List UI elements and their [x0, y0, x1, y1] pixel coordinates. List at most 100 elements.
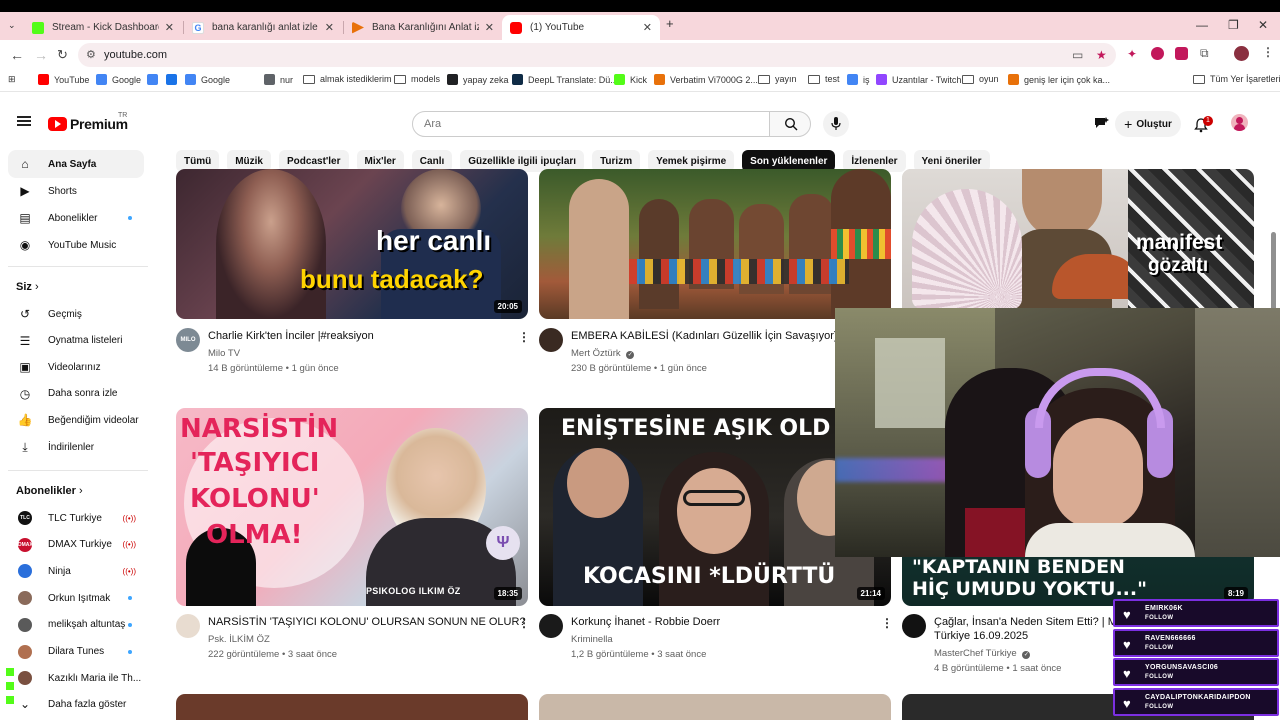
- extension-pin-icon[interactable]: ✦: [1127, 47, 1137, 61]
- more-options-icon[interactable]: ⋮: [881, 616, 893, 630]
- sidebar-subscription[interactable]: DMAX DMAX Turkiye ((•)): [8, 531, 144, 559]
- sidebar-item[interactable]: ▤ Abonelikler: [8, 204, 144, 232]
- bookmark-item[interactable]: [166, 74, 182, 85]
- chat-sparkle-icon[interactable]: [1093, 116, 1109, 130]
- bookmark-folder[interactable]: models: [394, 74, 440, 84]
- sidebar-item[interactable]: ⌂ Ana Sayfa: [8, 150, 144, 178]
- tab-kick-dashboard[interactable]: Stream - Kick Dashboard ✕: [24, 15, 182, 40]
- channel-name[interactable]: Psk. İLKİM ÖZ: [208, 634, 270, 645]
- close-window-icon[interactable]: ✕: [1258, 18, 1268, 32]
- channel-name[interactable]: MasterChef Türkiye: [934, 648, 1017, 659]
- video-title[interactable]: EMBERA KABİLESİ (Kadınları Güzellik İçin…: [571, 330, 838, 342]
- video-thumbnail[interactable]: Ψ NARSİSTİN 'TAŞIYICI KOLONU' OLMA! PSIK…: [176, 408, 528, 606]
- youtube-premium-logo[interactable]: Premium TR: [48, 112, 128, 132]
- channel-avatar[interactable]: [902, 614, 926, 638]
- sidebar-subscription[interactable]: Dilara Tunes: [8, 638, 144, 666]
- more-options-icon[interactable]: ⋮: [518, 330, 530, 344]
- new-tab-button[interactable]: +: [666, 16, 674, 31]
- video-title[interactable]: Charlie Kirk'ten İnciler |#reaksiyon: [208, 330, 374, 342]
- sidebar-subscription[interactable]: TLC TLC Turkiye ((•)): [8, 504, 144, 532]
- sidebar-section-subscriptions[interactable]: Abonelikler ›: [16, 485, 83, 497]
- sidebar-item[interactable]: ▣ Videolarınız: [8, 353, 144, 381]
- bookmark-item[interactable]: DeepL Translate: Dü...: [512, 74, 618, 85]
- sidebar-item[interactable]: ↺ Geçmiş: [8, 300, 144, 328]
- tab-youtube[interactable]: (1) YouTube ✕: [502, 15, 660, 40]
- video-title[interactable]: NARSİSTİN 'TAŞIYICI KOLONU' OLURSAN SONU…: [208, 616, 526, 628]
- channel-avatar[interactable]: [176, 614, 200, 638]
- bookmark-folder[interactable]: yayın: [758, 74, 797, 84]
- bookmark-folder[interactable]: almak istediklerim: [303, 74, 392, 84]
- puzzle-icon[interactable]: ⧉: [1200, 46, 1209, 61]
- video-thumbnail[interactable]: [176, 694, 528, 720]
- channel-row[interactable]: Mert Öztürk ✓: [571, 348, 635, 359]
- channel-avatar[interactable]: [539, 614, 563, 638]
- channel-name[interactable]: Milo TV: [208, 348, 240, 359]
- sidebar-subscription[interactable]: Ninja ((•)): [8, 557, 144, 585]
- video-thumbnail[interactable]: [539, 694, 891, 720]
- bookmark-item[interactable]: yapay zeka: [447, 74, 509, 85]
- channel-avatar[interactable]: MILO: [176, 328, 200, 352]
- channel-row[interactable]: MasterChef Türkiye ✓: [934, 648, 1031, 659]
- sidebar-item[interactable]: ◉ YouTube Music: [8, 231, 144, 259]
- search-box[interactable]: [412, 111, 770, 137]
- close-icon[interactable]: ✕: [165, 21, 174, 34]
- forward-icon[interactable]: →: [34, 47, 48, 63]
- sidebar-item[interactable]: ☰ Oynatma listeleri: [8, 327, 144, 355]
- bookmark-item[interactable]: Kick: [614, 74, 647, 85]
- search-input[interactable]: [424, 118, 754, 130]
- bookmark-item[interactable]: YouTube: [38, 74, 89, 85]
- sidebar-item[interactable]: ⤓ İndirilenler: [8, 433, 144, 461]
- bookmark-item[interactable]: [147, 74, 163, 85]
- menu-dots-icon[interactable]: ⋮: [1262, 45, 1274, 59]
- sidebar-section-you[interactable]: Siz ›: [16, 281, 39, 293]
- voice-search-button[interactable]: [823, 111, 849, 137]
- bookmark-item[interactable]: Verbatim Vi7000G 2...: [654, 74, 758, 85]
- channel-avatar[interactable]: [539, 328, 563, 352]
- bookmark-item[interactable]: Uzantılar - Twitch: [876, 74, 961, 85]
- sidebar-subscription[interactable]: Orkun Işıtmak: [8, 584, 144, 612]
- channel-name[interactable]: Mert Öztürk: [571, 348, 621, 359]
- bookmark-star-icon[interactable]: ★: [1096, 48, 1107, 62]
- video-title-line2[interactable]: Türkiye 16.09.2025: [934, 630, 1028, 642]
- close-icon[interactable]: ✕: [325, 21, 334, 34]
- sidebar-subscription[interactable]: Kazıklı Maria ile Th...: [8, 664, 144, 692]
- extension-badge-icon[interactable]: [1151, 47, 1164, 60]
- account-avatar[interactable]: [1231, 114, 1248, 131]
- reload-icon[interactable]: ↻: [57, 47, 68, 63]
- profile-avatar[interactable]: [1234, 46, 1249, 61]
- video-thumbnail[interactable]: her canlı bunu tadacak? 20:05: [176, 169, 528, 319]
- restore-icon[interactable]: ❐: [1228, 18, 1239, 32]
- back-icon[interactable]: ←: [10, 47, 24, 63]
- close-icon[interactable]: ✕: [485, 21, 494, 34]
- bookmark-item[interactable]: Google: [185, 74, 230, 85]
- sidebar-item[interactable]: ▶ Shorts: [8, 177, 144, 205]
- show-more-button[interactable]: ⌄ Daha fazla göster: [8, 690, 144, 718]
- channel-name[interactable]: Kriminella: [571, 634, 613, 645]
- video-title[interactable]: Çağlar, İnsan'a Neden Sitem Etti? | Ma: [934, 616, 1123, 628]
- tab-search-icon[interactable]: ⌄: [8, 20, 16, 31]
- bookmark-item[interactable]: iş: [847, 74, 870, 85]
- bookmark-folder[interactable]: oyun: [962, 74, 999, 84]
- minimize-icon[interactable]: —: [1196, 18, 1208, 32]
- close-icon[interactable]: ✕: [643, 21, 652, 34]
- tab-google-search[interactable]: G bana karanlığı anlat izle - Goog ✕: [184, 15, 342, 40]
- create-button[interactable]: + Oluştur: [1115, 111, 1181, 137]
- bookmark-item[interactable]: geniş ler için çok ka...: [1008, 74, 1110, 85]
- apps-grid-icon[interactable]: ⊞: [8, 74, 16, 85]
- address-bar[interactable]: ⚙ youtube.com ▭ ★: [78, 43, 1116, 67]
- search-button[interactable]: [769, 111, 811, 137]
- video-thumbnail[interactable]: manifest gözaltı: [902, 169, 1254, 319]
- bookmark-item[interactable]: nur: [264, 74, 293, 85]
- video-title[interactable]: Korkunç İhanet - Robbie Doerr: [571, 616, 720, 628]
- more-options-icon[interactable]: ⋮: [518, 616, 530, 630]
- bookmark-item[interactable]: Google: [96, 74, 141, 85]
- extension-icon[interactable]: [1175, 47, 1188, 60]
- hamburger-menu-icon[interactable]: [17, 116, 31, 126]
- sidebar-item[interactable]: 👍 Beğendiğim videolar: [8, 406, 144, 434]
- all-bookmarks-folder[interactable]: Tüm Yer İşaretleri: [1193, 74, 1280, 84]
- install-app-icon[interactable]: ▭: [1072, 48, 1083, 62]
- sidebar-item[interactable]: ◷ Daha sonra izle: [8, 380, 144, 408]
- video-thumbnail[interactable]: [539, 169, 891, 319]
- bookmark-folder[interactable]: test: [808, 74, 840, 84]
- sidebar-subscription[interactable]: melikşah altuntaş: [8, 611, 144, 639]
